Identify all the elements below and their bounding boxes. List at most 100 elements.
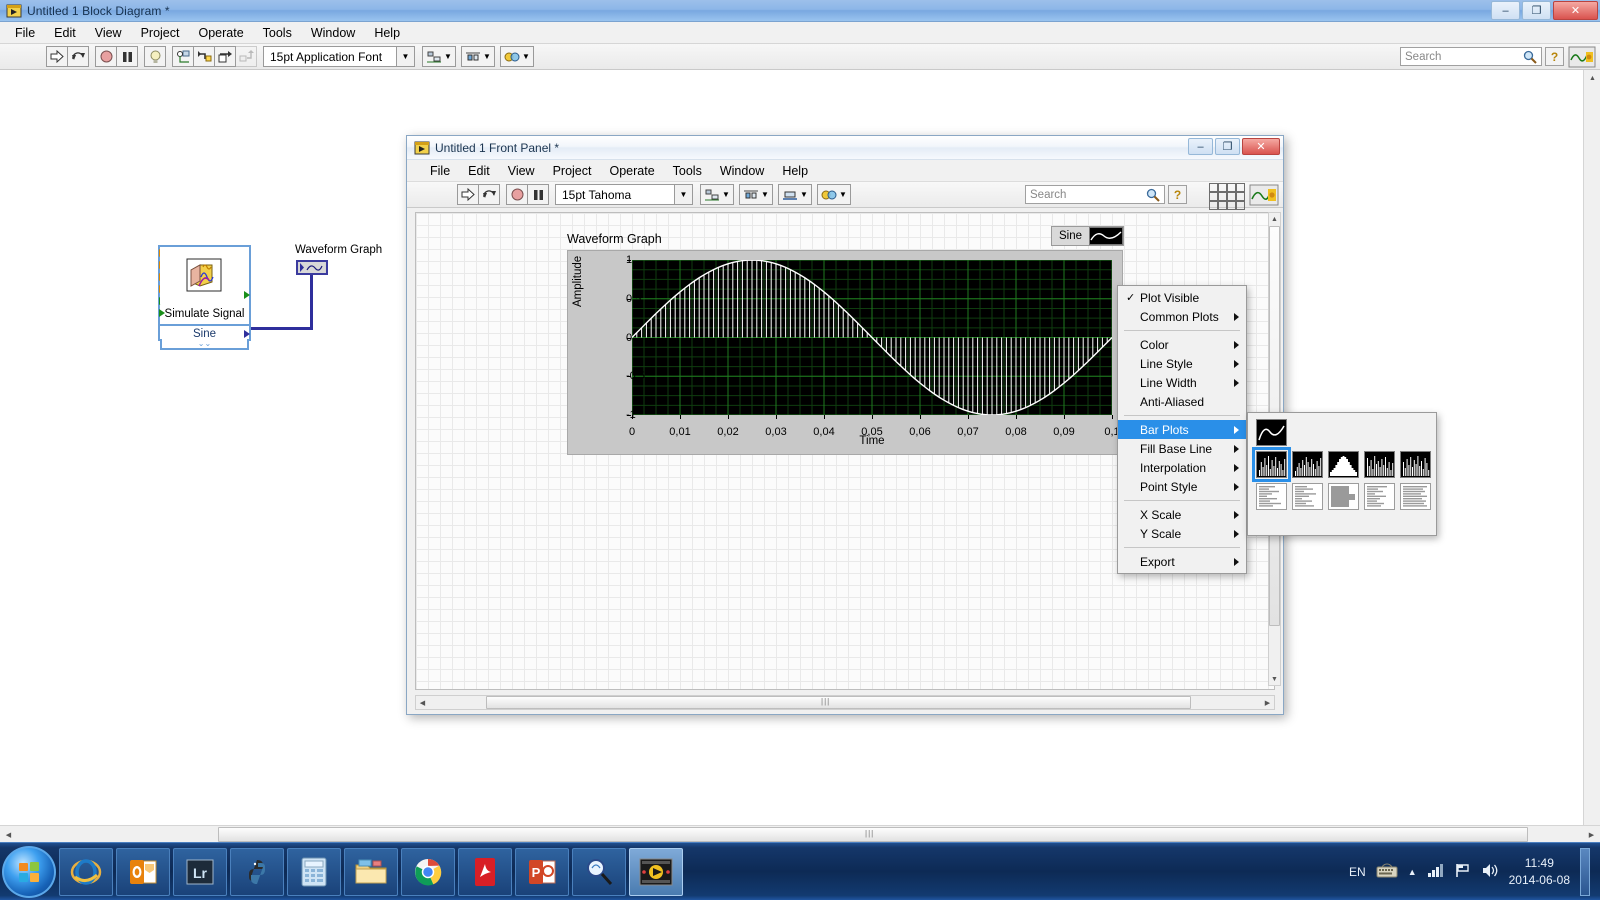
minimize-button[interactable]: – xyxy=(1491,1,1520,20)
start-button[interactable] xyxy=(2,845,56,898)
scroll-left-arrow[interactable]: ◀ xyxy=(0,826,17,843)
run-continuously-button[interactable] xyxy=(67,46,89,67)
waveform-graph-body[interactable]: Amplitude 10,50-0,5-1 00,010,020,030,040… xyxy=(567,226,1124,455)
fp-menu-view[interactable]: View xyxy=(499,161,544,181)
taskbar-explorer[interactable] xyxy=(344,847,398,896)
font-selector[interactable]: 15pt Application Font ▼ xyxy=(263,46,415,67)
pause-button[interactable] xyxy=(116,46,138,67)
menu-help[interactable]: Help xyxy=(365,23,409,43)
horizontal-bars-left-icon[interactable] xyxy=(1256,483,1287,510)
distribute-objects-button[interactable]: ▼ xyxy=(461,46,495,67)
highlight-execution-button[interactable] xyxy=(144,46,166,67)
plot-style-button[interactable] xyxy=(1089,227,1123,245)
chevron-down-icon[interactable]: ▼ xyxy=(444,52,452,61)
scroll-right-arrow[interactable]: ▶ xyxy=(1583,826,1600,843)
fp-align-objects-button[interactable]: ▼ xyxy=(700,184,734,205)
fp-menu-edit[interactable]: Edit xyxy=(459,161,499,181)
horizontal-bars-center-icon[interactable] xyxy=(1292,483,1323,510)
bars-from-zero-icon[interactable] xyxy=(1252,447,1291,482)
context-menu-item-interpolation[interactable]: Interpolation xyxy=(1118,458,1246,477)
chevron-down-icon[interactable]: ▼ xyxy=(483,52,491,61)
show-hidden-icons-button[interactable]: ▲ xyxy=(1408,867,1417,877)
context-menu-item-line-width[interactable]: Line Width xyxy=(1118,373,1246,392)
taskbar-acrobat[interactable] xyxy=(458,847,512,896)
plot-area[interactable] xyxy=(632,260,1112,415)
search-icon[interactable] xyxy=(1523,50,1537,67)
horizontal-bars-thin-icon[interactable] xyxy=(1400,483,1431,510)
keyboard-icon[interactable] xyxy=(1376,862,1398,881)
reorder-button[interactable]: ▼ xyxy=(500,46,534,67)
abort-execution-button[interactable] xyxy=(95,46,117,67)
context-menu-item-anti-aliased[interactable]: Anti-Aliased xyxy=(1118,392,1246,411)
search-icon[interactable] xyxy=(1146,188,1160,205)
close-button[interactable]: ✕ xyxy=(1242,138,1280,155)
context-menu-item-x-scale[interactable]: X Scale xyxy=(1118,505,1246,524)
wire-horizontal-lower[interactable] xyxy=(251,327,313,330)
taskbar-powerpoint[interactable]: P xyxy=(515,847,569,896)
help-button[interactable]: ? xyxy=(1545,47,1564,66)
taskbar-calculator[interactable] xyxy=(287,847,341,896)
maximize-button[interactable]: ❐ xyxy=(1522,1,1551,20)
fp-distribute-objects-button[interactable]: ▼ xyxy=(739,184,773,205)
retain-wire-values-button[interactable] xyxy=(172,46,194,67)
bar-plots-submenu[interactable] xyxy=(1247,412,1437,536)
fp-scroll-down-arrow[interactable]: ▼ xyxy=(1269,673,1280,685)
taskbar-labview[interactable] xyxy=(629,847,683,896)
bars-filled-area-icon[interactable] xyxy=(1328,451,1359,478)
fp-scroll-right-arrow[interactable]: ▶ xyxy=(1261,696,1274,709)
sine-output-terminal[interactable] xyxy=(244,329,250,338)
taskbar-internet-explorer[interactable] xyxy=(59,847,113,896)
fp-search-input[interactable]: Search xyxy=(1025,185,1165,204)
minimize-button[interactable]: – xyxy=(1188,138,1213,155)
context-menu-item-y-scale[interactable]: Y Scale xyxy=(1118,524,1246,543)
fp-menu-help[interactable]: Help xyxy=(773,161,817,181)
chevron-down-icon[interactable]: ▼ xyxy=(839,190,847,199)
fp-resize-objects-button[interactable]: ▼ xyxy=(778,184,812,205)
search-input[interactable]: Search xyxy=(1400,47,1542,66)
fp-pause-button[interactable] xyxy=(527,184,549,205)
fp-reorder-button[interactable]: ▼ xyxy=(817,184,851,205)
menu-operate[interactable]: Operate xyxy=(189,23,252,43)
waveform-graph[interactable]: Waveform Graph Amplitude 10,50-0,5-1 00,… xyxy=(567,226,1124,457)
plot-legend[interactable]: Sine xyxy=(1050,226,1124,246)
chevron-down-icon[interactable]: ▼ xyxy=(522,52,530,61)
action-center-flag-icon[interactable] xyxy=(1455,863,1471,881)
bars-from-bottom-icon[interactable] xyxy=(1292,451,1323,478)
context-menu-item-point-style[interactable]: Point Style xyxy=(1118,477,1246,496)
palette-grid-icon[interactable] xyxy=(1209,183,1245,210)
fp-menu-file[interactable]: File xyxy=(421,161,459,181)
context-menu-item-bar-plots[interactable]: Bar Plots xyxy=(1118,420,1246,439)
block-diagram-horizontal-scrollbar[interactable]: ◀ ||| ▶ xyxy=(0,825,1600,843)
plot-context-menu[interactable]: ✓ Plot Visible Common Plots Color Line Style… xyxy=(1117,285,1247,574)
step-over-button[interactable] xyxy=(214,46,236,67)
fp-run-continuously-button[interactable] xyxy=(478,184,500,205)
bars-thin-icon[interactable] xyxy=(1400,451,1431,478)
horizontal-bars-filled-icon[interactable] xyxy=(1328,483,1359,510)
fp-horizontal-scroll-thumb[interactable] xyxy=(486,696,1191,709)
show-desktop-button[interactable] xyxy=(1580,847,1590,896)
fp-menu-project[interactable]: Project xyxy=(544,161,601,181)
scroll-up-arrow[interactable]: ▲ xyxy=(1584,70,1600,87)
fp-run-button[interactable] xyxy=(457,184,479,205)
output-terminal[interactable] xyxy=(244,291,250,299)
taskbar-outlook[interactable] xyxy=(116,847,170,896)
menu-edit[interactable]: Edit xyxy=(45,23,85,43)
fp-font-selector[interactable]: 15pt Tahoma ▼ xyxy=(555,184,693,205)
context-menu-item-line-style[interactable]: Line Style xyxy=(1118,354,1246,373)
fp-help-button[interactable]: ? xyxy=(1168,185,1187,204)
context-menu-item-fill-base-line[interactable]: Fill Base Line xyxy=(1118,439,1246,458)
chevron-down-icon[interactable]: ▼ xyxy=(722,190,730,199)
simulate-signal-express-vi[interactable]: Simulate Signal Sine ⌄⌄ xyxy=(158,245,251,350)
expand-chevron-icon[interactable]: ⌄⌄ xyxy=(160,339,249,350)
front-panel-titlebar[interactable]: Untitled 1 Front Panel * – ❐ ✕ xyxy=(407,136,1283,160)
volume-icon[interactable] xyxy=(1481,863,1499,881)
block-diagram-vertical-scrollbar[interactable]: ▲ ▼ xyxy=(1583,70,1600,842)
fp-abort-execution-button[interactable] xyxy=(506,184,528,205)
context-menu-item-color[interactable]: Color xyxy=(1118,335,1246,354)
network-signal-icon[interactable] xyxy=(1427,863,1445,880)
align-objects-button[interactable]: ▼ xyxy=(422,46,456,67)
menu-view[interactable]: View xyxy=(86,23,131,43)
fp-scroll-up-arrow[interactable]: ▲ xyxy=(1269,213,1280,225)
horizontal-bars-right-icon[interactable] xyxy=(1364,483,1395,510)
step-into-button[interactable] xyxy=(193,46,215,67)
